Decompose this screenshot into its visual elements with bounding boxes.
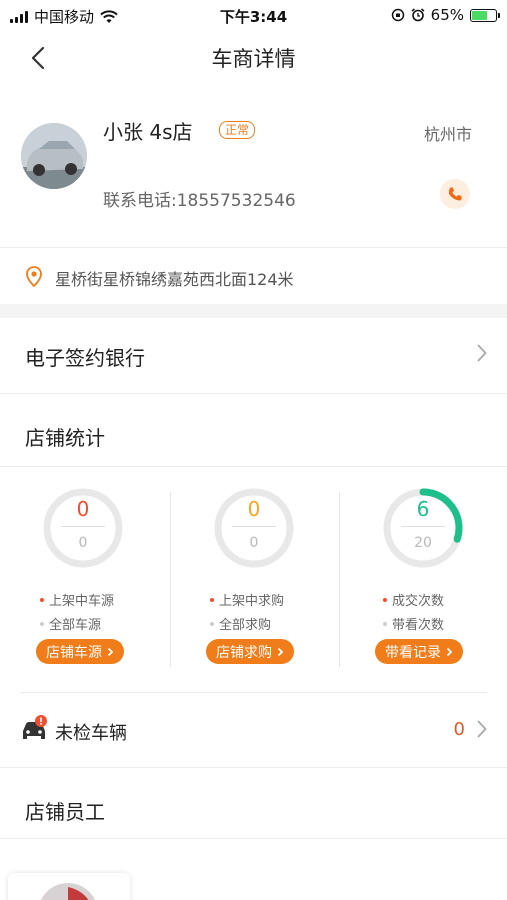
- legend-active-label: 成交次数: [392, 594, 445, 609]
- stat-total-value: 0: [249, 535, 259, 551]
- dealer-name: 小张 4s店: [103, 120, 193, 144]
- location-pin-icon: [26, 266, 42, 288]
- stat-column-viewing: 6 20 成交次数 带看次数 带看记录: [339, 468, 507, 690]
- unchecked-vehicles-row[interactable]: 未检车辆 0: [20, 692, 487, 767]
- staff-avatar: [40, 883, 96, 900]
- divider: [0, 838, 507, 839]
- stat-column-car-source: 0 0 上架中车源 全部车源 店铺车源: [0, 468, 169, 690]
- staff-title: 店铺员工: [25, 800, 105, 824]
- button-label: 带看记录: [385, 644, 441, 661]
- chevron-right-icon: [446, 647, 453, 656]
- legend-active: 成交次数: [383, 590, 444, 609]
- store-car-source-button[interactable]: 店铺车源: [36, 639, 124, 664]
- store-stats: 0 0 上架中车源 全部车源 店铺车源 0 0 上架中求购 全部求购 店铺求购 …: [0, 468, 507, 690]
- unchecked-vehicles-count: 0: [453, 719, 465, 740]
- legend-total-label: 全部求购: [219, 618, 272, 633]
- viewing-records-button[interactable]: 带看记录: [375, 639, 463, 664]
- status-right: 65%: [391, 6, 500, 24]
- chevron-right-icon: [107, 647, 114, 656]
- legend-dot: [40, 621, 44, 626]
- legend-dot: [383, 621, 387, 626]
- unchecked-vehicles-label: 未检车辆: [55, 723, 127, 744]
- dealer-avatar: [21, 123, 87, 189]
- section-gap: [0, 304, 507, 318]
- ring-divider: [232, 526, 276, 527]
- button-label: 店铺求购: [216, 644, 272, 661]
- chevron-right-icon: [477, 344, 487, 362]
- nav-bar: 车商详情: [0, 30, 507, 84]
- stat-active-value: 0: [76, 497, 90, 521]
- orientation-lock-icon: [391, 8, 404, 22]
- legend-total: 全部求购: [210, 614, 271, 633]
- store-purchase-button[interactable]: 店铺求购: [206, 639, 294, 664]
- address-row[interactable]: 星桥街星桥锦绣嘉苑西北面124米: [0, 247, 507, 304]
- legend-dot: [383, 597, 387, 602]
- divider: [0, 767, 507, 768]
- ring-divider: [401, 526, 445, 527]
- stat-active-value: 0: [247, 497, 261, 521]
- chevron-right-icon: [477, 720, 487, 738]
- ring-divider: [61, 526, 105, 527]
- legend-total: 全部车源: [40, 614, 101, 633]
- legend-active-label: 上架中求购: [219, 594, 285, 609]
- legend-dot: [40, 597, 44, 602]
- legend-active: 上架中车源: [40, 590, 114, 609]
- battery-percent: 65%: [430, 6, 464, 24]
- e-sign-bank-label: 电子签约银行: [25, 346, 145, 370]
- stat-total-value: 0: [78, 535, 88, 551]
- dealer-card: 小张 4s店 正常 杭州市 联系电话:18557532546: [0, 90, 507, 245]
- legend-total-label: 带看次数: [392, 618, 445, 633]
- staff-card[interactable]: [8, 873, 130, 900]
- legend-dot: [210, 621, 214, 626]
- chevron-right-icon: [277, 647, 284, 656]
- stat-active-value: 6: [416, 497, 430, 521]
- battery-icon: [470, 8, 500, 22]
- legend-total: 带看次数: [383, 614, 444, 633]
- legend-active-label: 上架中车源: [49, 594, 115, 609]
- stat-total-value: 20: [414, 535, 432, 551]
- status-bar: 中国移动 下午3:44 65%: [0, 0, 507, 30]
- button-label: 店铺车源: [46, 644, 102, 661]
- legend-total-label: 全部车源: [49, 618, 102, 633]
- divider: [0, 466, 507, 467]
- phone-icon: [448, 187, 462, 201]
- car-alert-icon: [23, 715, 47, 739]
- e-sign-bank-row[interactable]: 电子签约银行: [0, 318, 507, 394]
- legend-active: 上架中求购: [210, 590, 284, 609]
- dealer-phone: 联系电话:18557532546: [103, 191, 296, 211]
- legend-dot: [210, 597, 214, 602]
- status-badge: 正常: [219, 121, 256, 139]
- dealer-city: 杭州市: [423, 125, 472, 144]
- call-button[interactable]: [440, 179, 470, 209]
- page-title: 车商详情: [211, 47, 296, 71]
- stat-column-purchase: 0 0 上架中求购 全部求购 店铺求购: [170, 468, 339, 690]
- address-text: 星桥街星桥锦绣嘉苑西北面124米: [55, 270, 294, 289]
- alarm-icon: [411, 8, 425, 22]
- store-stats-title: 店铺统计: [25, 426, 105, 450]
